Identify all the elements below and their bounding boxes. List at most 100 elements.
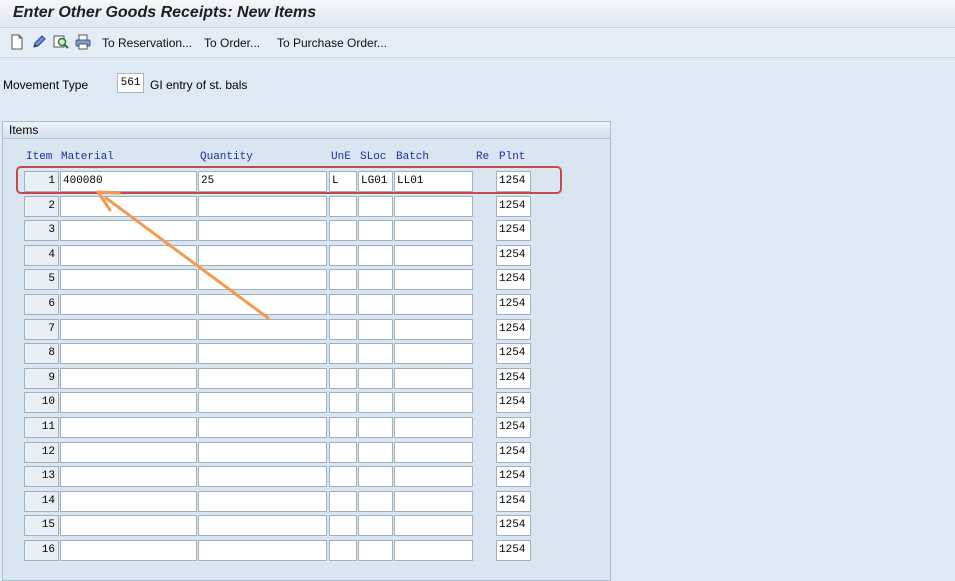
storage-location-input[interactable] xyxy=(358,490,393,512)
storage-location-input[interactable] xyxy=(358,515,393,537)
column-header-sloc[interactable]: SLoc xyxy=(360,151,386,163)
material-input[interactable] xyxy=(60,392,197,414)
material-input[interactable] xyxy=(60,244,197,266)
unit-input[interactable] xyxy=(329,392,357,414)
column-header-item[interactable]: Item xyxy=(26,151,52,163)
material-input[interactable] xyxy=(60,294,197,315)
unit-input[interactable] xyxy=(329,244,357,266)
storage-location-input[interactable] xyxy=(358,441,393,463)
material-input[interactable] xyxy=(60,318,197,340)
batch-input[interactable] xyxy=(394,343,473,365)
quantity-input[interactable] xyxy=(198,540,327,561)
column-header-plnt[interactable]: Plnt xyxy=(499,151,525,163)
quantity-input[interactable] xyxy=(198,490,327,512)
plant-input[interactable]: 1254 xyxy=(496,417,531,438)
column-header-re[interactable]: Re xyxy=(476,151,489,163)
material-input[interactable] xyxy=(60,490,197,512)
new-document-icon[interactable] xyxy=(9,34,25,50)
column-header-batch[interactable]: Batch xyxy=(396,151,429,163)
plant-input[interactable]: 1254 xyxy=(496,294,531,315)
unit-input[interactable] xyxy=(329,540,357,561)
display-icon[interactable] xyxy=(53,34,69,50)
storage-location-input[interactable] xyxy=(358,294,393,315)
material-input[interactable] xyxy=(60,343,197,365)
batch-input[interactable] xyxy=(394,490,473,512)
quantity-input[interactable] xyxy=(198,417,327,438)
batch-input[interactable] xyxy=(394,244,473,266)
quantity-input[interactable] xyxy=(198,343,327,365)
batch-input[interactable]: LL01 xyxy=(394,171,473,192)
batch-input[interactable] xyxy=(394,441,473,463)
quantity-input[interactable] xyxy=(198,392,327,414)
quantity-input[interactable] xyxy=(198,318,327,340)
plant-input[interactable]: 1254 xyxy=(496,269,531,291)
quantity-input[interactable] xyxy=(198,244,327,266)
quantity-input[interactable] xyxy=(198,466,327,488)
batch-input[interactable] xyxy=(394,392,473,414)
unit-input[interactable]: L xyxy=(329,171,357,192)
unit-input[interactable] xyxy=(329,269,357,291)
storage-location-input[interactable]: LG01 xyxy=(358,171,393,192)
unit-input[interactable] xyxy=(329,515,357,537)
unit-input[interactable] xyxy=(329,417,357,438)
unit-input[interactable] xyxy=(329,294,357,315)
to-reservation-button[interactable]: To Reservation... xyxy=(102,36,192,50)
unit-input[interactable] xyxy=(329,343,357,365)
storage-location-input[interactable] xyxy=(358,417,393,438)
unit-input[interactable] xyxy=(329,367,357,389)
print-icon[interactable] xyxy=(75,34,91,50)
storage-location-input[interactable] xyxy=(358,195,393,217)
unit-input[interactable] xyxy=(329,441,357,463)
quantity-input[interactable] xyxy=(198,515,327,537)
material-input[interactable] xyxy=(60,220,197,242)
material-input[interactable] xyxy=(60,441,197,463)
batch-input[interactable] xyxy=(394,417,473,438)
material-input[interactable] xyxy=(60,417,197,438)
material-input[interactable] xyxy=(60,466,197,488)
batch-input[interactable] xyxy=(394,367,473,389)
plant-input[interactable]: 1254 xyxy=(496,244,531,266)
column-header-une[interactable]: UnE xyxy=(331,151,351,163)
pencil-icon[interactable] xyxy=(31,34,47,50)
batch-input[interactable] xyxy=(394,540,473,561)
movement-type-field[interactable]: 561 xyxy=(117,73,144,93)
quantity-input[interactable] xyxy=(198,269,327,291)
unit-input[interactable] xyxy=(329,220,357,242)
storage-location-input[interactable] xyxy=(358,466,393,488)
material-input[interactable] xyxy=(60,367,197,389)
plant-input[interactable]: 1254 xyxy=(496,515,531,537)
column-header-material[interactable]: Material xyxy=(61,151,114,163)
storage-location-input[interactable] xyxy=(358,367,393,389)
batch-input[interactable] xyxy=(394,466,473,488)
plant-input[interactable]: 1254 xyxy=(496,392,531,414)
storage-location-input[interactable] xyxy=(358,220,393,242)
plant-input[interactable]: 1254 xyxy=(496,220,531,242)
unit-input[interactable] xyxy=(329,490,357,512)
batch-input[interactable] xyxy=(394,515,473,537)
batch-input[interactable] xyxy=(394,195,473,217)
storage-location-input[interactable] xyxy=(358,244,393,266)
quantity-input[interactable]: 25 xyxy=(198,171,327,192)
to-order-button[interactable]: To Order... xyxy=(204,36,260,50)
storage-location-input[interactable] xyxy=(358,269,393,291)
plant-input[interactable]: 1254 xyxy=(496,343,531,365)
unit-input[interactable] xyxy=(329,466,357,488)
material-input[interactable] xyxy=(60,269,197,291)
material-input[interactable] xyxy=(60,540,197,561)
batch-input[interactable] xyxy=(394,220,473,242)
quantity-input[interactable] xyxy=(198,294,327,315)
quantity-input[interactable] xyxy=(198,195,327,217)
plant-input[interactable]: 1254 xyxy=(496,318,531,340)
storage-location-input[interactable] xyxy=(358,318,393,340)
quantity-input[interactable] xyxy=(198,220,327,242)
plant-input[interactable]: 1254 xyxy=(496,490,531,512)
plant-input[interactable]: 1254 xyxy=(496,540,531,561)
storage-location-input[interactable] xyxy=(358,343,393,365)
column-header-quantity[interactable]: Quantity xyxy=(200,151,253,163)
unit-input[interactable] xyxy=(329,318,357,340)
quantity-input[interactable] xyxy=(198,441,327,463)
material-input[interactable] xyxy=(60,195,197,217)
storage-location-input[interactable] xyxy=(358,392,393,414)
to-purchase-order-button[interactable]: To Purchase Order... xyxy=(277,36,387,50)
storage-location-input[interactable] xyxy=(358,540,393,561)
